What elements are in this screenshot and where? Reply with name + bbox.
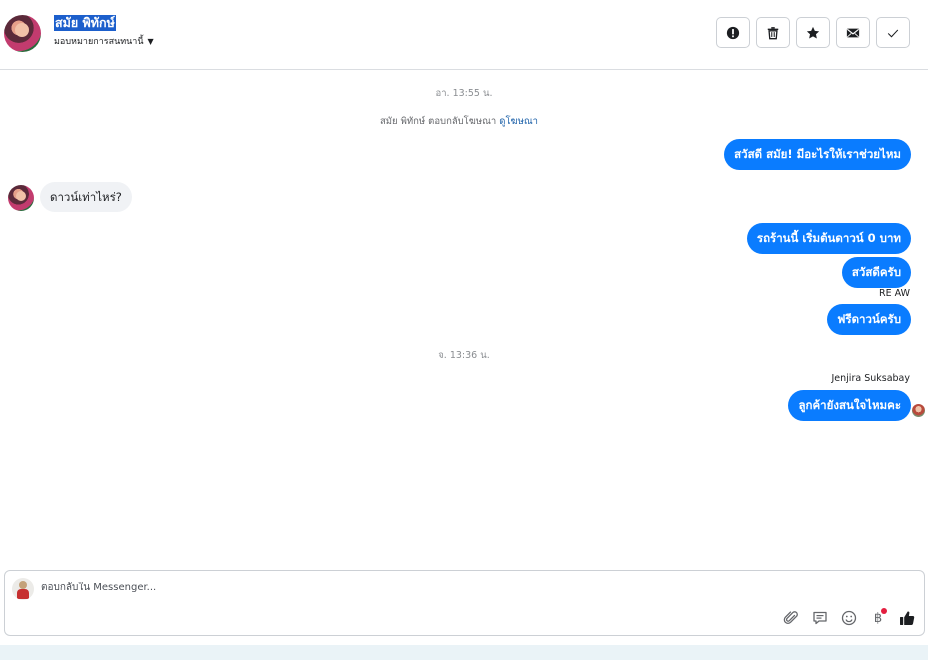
contact-name[interactable]: สมัย พิทักษ์ [54, 15, 116, 31]
contact-avatar-small [8, 185, 34, 211]
header-actions [716, 17, 910, 48]
emoji-icon [841, 610, 857, 626]
saved-reply-button[interactable] [811, 609, 829, 627]
attach-button[interactable] [782, 609, 800, 627]
reply-input[interactable] [41, 582, 741, 593]
notification-dot [881, 608, 887, 614]
footer-strip [0, 645, 928, 660]
caret-down-icon: ▼ [147, 36, 154, 46]
reply-note-text: สมัย พิทักษ์ ตอบกลับโฆษณา [379, 116, 497, 127]
sender-name: RE AW [879, 288, 910, 299]
saved-reply-icon [813, 611, 827, 625]
view-ad-link[interactable]: ดูโฆษณา [499, 116, 538, 127]
ad-reply-note: สมัย พิทักษ์ ตอบกลับโฆษณา ดูโฆษณา [0, 114, 918, 129]
outgoing-message: รถร้านนี้ เริ่มต้นดาวน์ 0 บาท [746, 223, 911, 254]
incoming-message: ดาวน์เท่าไหร่? [40, 182, 132, 212]
assign-conversation-dropdown[interactable]: มอบหมายการสนทนานี้ ▼ [54, 34, 154, 48]
timestamp: จ. 13:36 น. [438, 350, 490, 361]
mark-done-button[interactable] [876, 17, 910, 48]
outgoing-message: สวัสดีครับ [841, 257, 911, 288]
payment-button[interactable]: ฿ [869, 608, 887, 627]
contact-avatar[interactable] [4, 15, 41, 52]
message-composer: ฿ [4, 570, 925, 636]
sender-name: Jenjira Suksabay [831, 373, 911, 384]
report-button[interactable] [716, 17, 750, 48]
star-icon [806, 26, 820, 39]
star-button[interactable] [796, 17, 830, 48]
outgoing-message: ฟรีดาวน์ครับ [827, 304, 911, 335]
delete-button[interactable] [756, 17, 790, 48]
mark-unread-button[interactable] [836, 17, 870, 48]
thumbs-up-icon [900, 611, 915, 625]
envelope-icon [846, 28, 860, 37]
like-button[interactable] [898, 609, 916, 627]
check-icon [887, 29, 899, 38]
conversation-header: สมัย พิทักษ์ มอบหมายการสนทนานี้ ▼ [0, 0, 928, 70]
timestamp: อา. 13:55 น. [435, 88, 493, 99]
composer-tools: ฿ [782, 608, 916, 627]
emoji-button[interactable] [840, 609, 858, 627]
alert-circle-icon [726, 26, 740, 39]
seen-avatar [912, 404, 925, 417]
paperclip-icon [783, 611, 798, 624]
trash-icon [767, 26, 779, 39]
outgoing-message: สวัสดี สมัย! มีอะไรให้เราช่วยไหม [724, 139, 911, 170]
assign-label: มอบหมายการสนทนานี้ [54, 37, 144, 47]
outgoing-message: ลูกค้ายังสนใจไหมคะ [788, 390, 911, 421]
page-avatar [12, 578, 34, 600]
